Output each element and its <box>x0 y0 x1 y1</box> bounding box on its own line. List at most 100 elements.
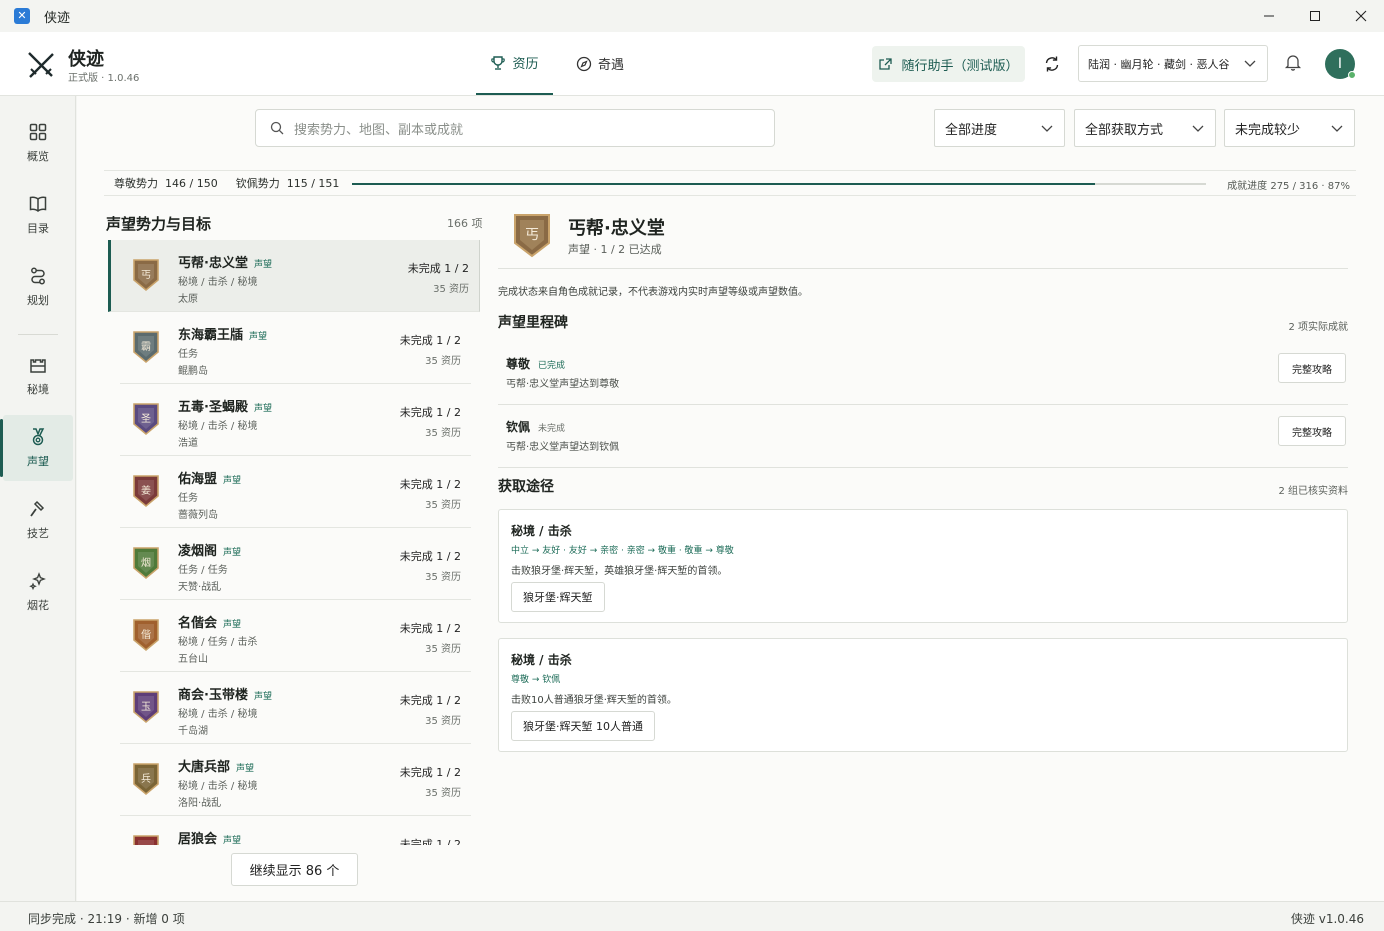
faction-list-title: 声望势力与目标 <box>106 215 212 233</box>
faction-list-item[interactable]: 烟 凌烟阁 声望 任务 / 任务 天赞·战乱 未完成 1 / 2 35 资历 <box>120 528 471 600</box>
faction-emblem-icon: 兵 <box>133 763 159 796</box>
grid-icon <box>29 123 47 141</box>
faction-points: 35 资历 <box>433 284 469 295</box>
sidebar-item-planning[interactable]: 规划 <box>3 254 73 320</box>
show-more-button[interactable]: 继续显示 86 个 <box>231 853 358 886</box>
route-description: 击败10人普通狼牙堡·辉天堑的首领。 <box>511 695 677 706</box>
faction-sources: 秘境 / 击杀 / 秘境 <box>178 277 258 288</box>
faction-list-item[interactable]: 姜 佑海盟 声望 任务 蔷薇列岛 未完成 1 / 2 35 资历 <box>120 456 471 528</box>
faction-name-text: 凌烟阁 <box>178 544 218 559</box>
trophy-icon <box>491 55 506 70</box>
faction-tag: 声望 <box>253 260 272 270</box>
close-button[interactable] <box>1338 0 1384 32</box>
route-card: 秘境 / 击杀 尊敬 → 钦佩 击败10人普通狼牙堡·辉天堑的首领。 狼牙堡·辉… <box>498 638 1348 752</box>
full-guide-button[interactable]: 完整攻略 <box>1278 353 1346 383</box>
admire-value: 115 / 151 <box>286 176 340 190</box>
chevron-down-icon <box>1192 125 1204 132</box>
sort-select[interactable]: 未完成较少 <box>1224 109 1355 147</box>
faction-location: 浩道 <box>178 438 198 449</box>
sort-select-value: 未完成较少 <box>1235 122 1301 138</box>
faction-emblem-glyph: 圣 <box>141 413 151 425</box>
sidebar-item-fireworks[interactable]: 烟花 <box>3 559 73 625</box>
user-avatar[interactable]: I <box>1325 49 1356 79</box>
faction-location: 千岛湖 <box>178 726 208 737</box>
faction-tag: 声望 <box>253 404 272 414</box>
bell-icon[interactable] <box>1283 52 1303 72</box>
routes-count: 2 组已核实资料 <box>1278 486 1348 497</box>
faction-list-item[interactable]: 兵 大唐兵部 声望 秘境 / 击杀 / 秘境 洛阳·战乱 未完成 1 / 2 35 资历 <box>120 744 471 816</box>
tab-qualifications[interactable]: 资历 <box>476 32 553 95</box>
dungeon-link-button[interactable]: 狼牙堡·辉天堑 10人普通 <box>511 711 655 741</box>
faction-emblem-icon: 丐 <box>133 259 159 292</box>
sidebar-item-reputation[interactable]: 声望 <box>0 415 73 481</box>
faction-sources: 任务 / 任务 <box>178 565 228 576</box>
sidebar-item-dungeons[interactable]: 秘境 <box>3 343 73 409</box>
faction-status: 未完成 1 / 2 <box>399 406 461 419</box>
minimize-button[interactable] <box>1246 0 1292 32</box>
faction-emblem-icon: 姜 <box>133 475 159 508</box>
sync-button[interactable] <box>1040 52 1064 76</box>
faction-sources: 秘境 / 击杀 / 秘境 <box>178 421 258 432</box>
progress-fill <box>352 183 1095 185</box>
app-header: 侠迹 正式版 · 1.0.46 资历 奇遇 随行助手（测试版） 陆润 · 幽月轮… <box>0 32 1384 96</box>
progress-filter-select[interactable]: 全部进度 <box>934 109 1065 147</box>
faction-emblem-icon: 偕 <box>133 619 159 652</box>
character-select[interactable]: 陆润 · 幽月轮 · 藏剑 · 恶人谷 <box>1078 45 1268 82</box>
divider <box>498 268 1348 269</box>
search-box[interactable]: 搜索势力、地图、副本或成就 <box>255 109 775 147</box>
milestone-item: 尊敬 已完成 丐帮·忠义堂声望达到尊敬 完整攻略 <box>498 345 1348 405</box>
milestone-state: 未完成 <box>538 424 566 434</box>
dungeon-link-button[interactable]: 狼牙堡·辉天堑 <box>511 582 605 612</box>
castle-icon <box>30 359 46 373</box>
faction-emblem-glyph: 霸 <box>141 341 151 353</box>
faction-tag: 声望 <box>236 764 255 774</box>
faction-points: 35 资历 <box>425 644 461 655</box>
tab-adventures[interactable]: 奇遇 <box>576 32 624 95</box>
milestones-title: 声望里程碑 <box>498 315 568 331</box>
faction-tag: 声望 <box>223 836 242 845</box>
revere-value: 146 / 150 <box>165 176 218 190</box>
online-status-dot <box>1348 71 1356 79</box>
reputation-progress-bar: 尊敬势力 146 / 150 钦佩势力 115 / 151 成就进度 275 /… <box>104 170 1356 196</box>
faction-status: 未完成 1 / 2 <box>399 550 461 563</box>
search-input[interactable]: 搜索势力、地图、副本或成就 <box>294 119 463 138</box>
faction-emblem-glyph: 玉 <box>141 702 151 713</box>
faction-list-item[interactable]: 圣 五毒·圣蝎殿 声望 秘境 / 击杀 / 秘境 浩道 未完成 1 / 2 35 资历 <box>120 384 471 456</box>
faction-emblem-icon: 丐 <box>514 214 550 258</box>
companion-helper-button[interactable]: 随行助手（测试版） <box>872 46 1025 82</box>
faction-name: 佑海盟 声望 <box>178 468 241 487</box>
faction-tag: 声望 <box>223 548 242 558</box>
maximize-button[interactable] <box>1292 0 1338 32</box>
faction-status: 未完成 1 / 2 <box>399 478 461 491</box>
brand-version: 正式版 · 1.0.46 <box>68 73 140 84</box>
sidebar-item-label: 目录 <box>27 222 49 235</box>
faction-location: 蔷薇列岛 <box>178 510 218 521</box>
full-guide-button[interactable]: 完整攻略 <box>1278 416 1346 446</box>
sidebar-item-crafting[interactable]: 技艺 <box>3 487 73 553</box>
sidebar: 概览 目录 规划 秘境 声望 技艺 烟花 <box>0 96 76 901</box>
faction-list-item[interactable]: 玉 商会·玉带楼 声望 秘境 / 击杀 / 秘境 千岛湖 未完成 1 / 2 35 资历 <box>120 672 471 744</box>
sidebar-item-catalog[interactable]: 目录 <box>3 182 73 248</box>
hammer-icon <box>30 500 45 517</box>
source-filter-select[interactable]: 全部获取方式 <box>1074 109 1216 147</box>
sidebar-item-label: 概览 <box>27 150 49 163</box>
sidebar-item-overview[interactable]: 概览 <box>3 110 73 176</box>
medal-icon <box>32 428 45 446</box>
faction-list-item[interactable]: 丐 丐帮·忠义堂 声望 秘境 / 击杀 / 秘境 太原 未完成 1 / 2 35 资历 <box>108 240 480 312</box>
faction-list-item[interactable]: 居居狼会 声望 未完成 1 / 2 <box>120 816 471 845</box>
route-title: 秘境 / 击杀 <box>511 524 572 538</box>
faction-name-text: 佑海盟 <box>178 472 218 487</box>
faction-location: 五台山 <box>178 654 208 665</box>
status-bar: 同步完成 · 21:19 · 新增 0 项 侠迹 v1.0.46 <box>0 901 1384 931</box>
faction-status: 未完成 1 / 2 <box>399 694 461 707</box>
faction-sources: 秘境 / 任务 / 击杀 <box>178 637 258 648</box>
faction-detail-panel: 丐 丐帮·忠义堂 声望 · 1 / 2 已达成 完成状态来自角色成就记录，不代表… <box>498 208 1348 868</box>
faction-points: 35 资历 <box>425 500 461 511</box>
faction-list-item[interactable]: 偕 名偕会 声望 秘境 / 任务 / 击杀 五台山 未完成 1 / 2 35 资历 <box>120 600 471 672</box>
faction-emblem-glyph: 丐 <box>525 227 539 243</box>
chevron-down-icon <box>1244 60 1256 67</box>
faction-emblem-icon: 玉 <box>133 691 159 724</box>
faction-location: 鲲鹏岛 <box>178 366 208 377</box>
faction-list-item[interactable]: 霸 东海霸王牐 声望 任务 鲲鹏岛 未完成 1 / 2 35 资历 <box>120 312 471 384</box>
route-icon <box>31 267 45 285</box>
